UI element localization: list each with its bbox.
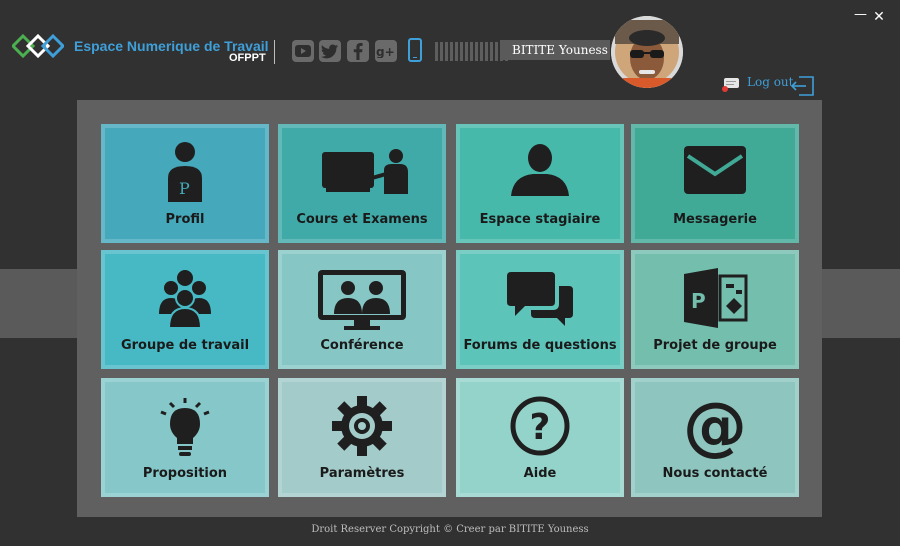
help-icon: ? [510,396,570,456]
tile-label: Conférence [320,338,404,353]
logout-icon[interactable] [791,76,815,96]
twitter-icon[interactable] [319,40,341,62]
tile-aide[interactable]: ? Aide [456,378,624,497]
tile-forums-questions[interactable]: Forums de questions [456,250,624,369]
tile-label: Forums de questions [463,338,617,353]
main-panel: P Profil Cours et Examens Espace stagiai… [77,100,822,517]
youtube-icon[interactable] [292,40,314,62]
tile-label: Paramètres [319,466,405,481]
teacher-board-icon [322,149,408,194]
tile-nous-contacte[interactable]: @ Nous contacté [631,378,799,497]
gear-icon [332,396,392,456]
tile-label: Cours et Examens [296,212,428,227]
tile-espace-stagiaire[interactable]: Espace stagiaire [456,124,624,243]
svg-text:P: P [179,179,190,198]
tile-label: Messagerie [673,212,757,227]
user-icon [511,144,569,196]
logout-link[interactable]: Log out [747,75,793,89]
svg-text:g+: g+ [376,45,395,58]
user-name: BITITE Youness [500,40,610,60]
left-band [0,269,77,338]
forum-chat-icon [507,272,573,326]
lightbulb-icon [160,398,210,456]
mobile-phone-icon[interactable] [408,38,422,62]
tile-profil[interactable]: P Profil [101,124,269,243]
envelope-icon [684,146,746,194]
close-button[interactable]: ✕ [873,10,885,24]
tile-label: Projet de groupe [653,338,777,353]
tile-label: Proposition [142,466,228,481]
tile-label: Espace stagiaire [479,212,601,227]
tile-groupe-travail[interactable]: Groupe de travail [101,250,269,369]
profile-icon: P [168,142,202,202]
logo-icon [12,34,64,58]
tile-parametres[interactable]: Paramètres [278,378,446,497]
google-plus-icon[interactable]: g+ [375,40,397,62]
notification-chat-icon[interactable] [722,78,740,92]
minimize-button[interactable]: — [854,8,867,22]
header-divider [274,40,275,64]
tile-label: Aide [523,466,557,481]
project-icon: P [684,268,748,328]
tile-proposition[interactable]: Proposition [101,378,269,497]
tile-projet-groupe[interactable]: P Projet de groupe [631,250,799,369]
svg-text:@: @ [683,396,747,462]
tile-conference[interactable]: Conférence [278,250,446,369]
group-icon [159,270,211,329]
tile-label: Groupe de travail [120,338,250,353]
signal-bars-icon [435,42,508,61]
svg-text:P: P [691,289,706,313]
facebook-icon[interactable] [347,40,369,62]
tile-label: Nous contacté [662,466,768,481]
footer-copyright: Droit Reserver Copyright © Creer par BIT… [311,524,589,535]
video-conference-icon [318,270,406,330]
app-subtitle: OFPPT [229,52,266,64]
right-band [822,269,900,338]
tile-label: Profil [165,212,205,227]
at-sign-icon: @ [683,396,747,462]
tile-messagerie[interactable]: Messagerie [631,124,799,243]
tile-cours-examens[interactable]: Cours et Examens [278,124,446,243]
svg-text:?: ? [530,407,551,448]
avatar[interactable] [611,16,683,88]
